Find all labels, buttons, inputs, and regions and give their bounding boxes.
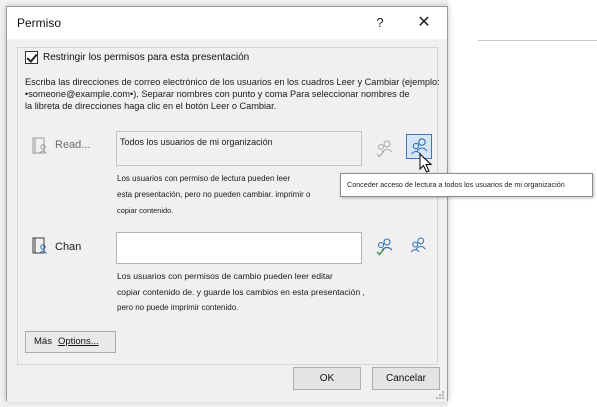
- note-line: copiar contenido.: [117, 206, 174, 215]
- change-everyone-icon[interactable]: [407, 234, 429, 256]
- more-options-prefix: Más: [34, 336, 52, 347]
- change-button-label[interactable]: Chan: [55, 241, 81, 253]
- dialog-footer: OK Cancelar: [7, 367, 447, 402]
- restrict-permission-label: Restringir los permisos para esta presen…: [43, 52, 250, 63]
- note-line: Los usuarios con permiso de lectura pued…: [117, 174, 290, 183]
- permission-dialog: Permiso ? ✕ Restringir los permisos para…: [6, 6, 448, 402]
- background-divider: [478, 40, 597, 41]
- restrict-permission-checkbox[interactable]: [25, 51, 38, 64]
- change-permission-note: Los usuarios con permisos de cambio pued…: [117, 268, 365, 316]
- address-book-icon[interactable]: [32, 237, 48, 255]
- read-button-label[interactable]: Read...: [55, 139, 90, 151]
- mouse-cursor-icon: [419, 153, 433, 173]
- ok-button[interactable]: OK: [293, 367, 361, 390]
- instructions-line: la libreta de direcciones haga clic en e…: [25, 101, 277, 111]
- read-users-value: Todos los usuarios de mi organización: [120, 137, 273, 147]
- read-check-names-icon[interactable]: [373, 137, 395, 159]
- instructions-line: Escriba las direcciones de correo electr…: [25, 77, 440, 87]
- help-button[interactable]: ?: [369, 12, 391, 34]
- note-line: pero no puede imprimir contenido.: [117, 303, 239, 312]
- everyone-tooltip: Conceder acceso de lectura a todos los u…: [340, 173, 593, 197]
- instructions-line: •someone@example.com•). Separar nombres …: [25, 89, 410, 99]
- more-options-button[interactable]: Más Options...: [25, 331, 116, 353]
- title-bar: Permiso ? ✕: [7, 7, 447, 39]
- note-line: copiar contenido de. y guarde los cambio…: [117, 287, 365, 297]
- dialog-title: Permiso: [17, 16, 62, 30]
- note-line: esta presentación, pero no pueden cambia…: [117, 190, 311, 199]
- change-users-field[interactable]: [116, 232, 362, 264]
- cancel-button[interactable]: Cancelar: [372, 367, 440, 390]
- instructions-text: Escriba las direcciones de correo electr…: [25, 76, 497, 112]
- address-book-icon[interactable]: [32, 137, 48, 155]
- background-document: [448, 0, 597, 407]
- resize-grip-icon[interactable]: [435, 390, 445, 400]
- note-line: Los usuarios con permisos de cambio pued…: [117, 271, 333, 281]
- change-check-names-icon[interactable]: [373, 235, 395, 257]
- close-button[interactable]: ✕: [413, 12, 435, 34]
- read-users-field[interactable]: Todos los usuarios de mi organización: [116, 131, 362, 166]
- read-permission-note: Los usuarios con permiso de lectura pued…: [117, 171, 310, 219]
- more-options-label: Options...: [57, 336, 99, 347]
